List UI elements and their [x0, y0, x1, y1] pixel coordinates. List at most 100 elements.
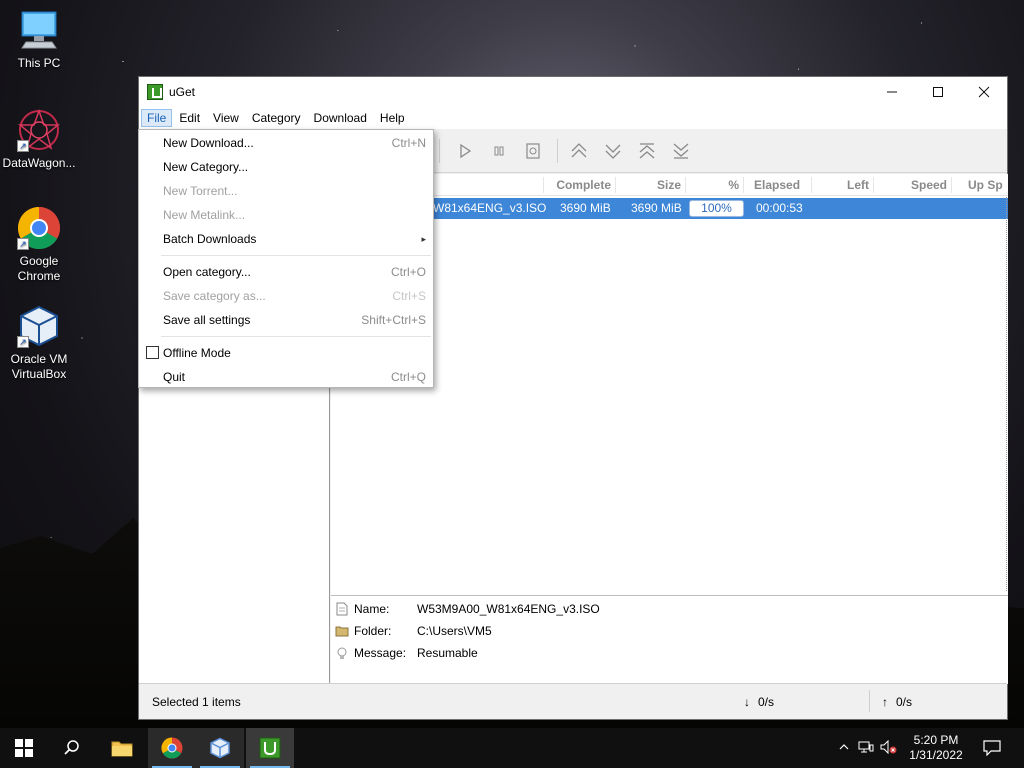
clock-date: 1/31/2022: [909, 748, 963, 762]
file-explorer-button[interactable]: [98, 728, 146, 768]
move-top-icon[interactable]: [569, 141, 589, 161]
move-down-icon[interactable]: [603, 141, 623, 161]
menu-item-quit[interactable]: Quit Ctrl+Q: [139, 366, 433, 388]
column-up-speed[interactable]: Up Sp: [951, 177, 1008, 193]
notification-icon: [983, 740, 1001, 756]
datawagon-icon: ↗: [17, 108, 61, 152]
detail-message-row: Message: Resumable: [335, 643, 478, 663]
file-explorer-icon: [111, 741, 133, 757]
menu-item-open-category[interactable]: Open category... Ctrl+O: [139, 261, 433, 283]
file-icon: [335, 602, 349, 616]
chrome-taskbar-button[interactable]: [148, 728, 196, 768]
desktop-icon-datawagon[interactable]: ↗ DataWagon...: [0, 108, 78, 171]
menu-item-new-metalink: New Metalink...: [163, 208, 246, 222]
detail-name-label: Name:: [354, 602, 390, 616]
column-size[interactable]: Size: [615, 177, 685, 193]
desktop-icon-label: Oracle VM VirtualBox: [10, 352, 68, 381]
column-complete[interactable]: Complete: [543, 177, 615, 193]
volume-muted-icon[interactable]: [880, 739, 898, 757]
system-tray: [838, 728, 898, 768]
clock[interactable]: 5:20 PM 1/31/2022: [906, 733, 966, 763]
upload-speed-arrow-icon: ↑: [882, 695, 888, 709]
maximize-button[interactable]: [915, 77, 961, 107]
uget-icon: [259, 737, 281, 759]
download-speed-arrow-icon: ↓: [744, 695, 750, 709]
detail-name-row: Name: W53M9A00_W81x64ENG_v3.ISO: [335, 599, 600, 619]
submenu-arrow-icon: ▸: [421, 234, 426, 244]
row-elapsed: 00:00:53: [756, 201, 803, 215]
column-elapsed[interactable]: Elapsed: [743, 177, 811, 193]
status-selected: Selected 1 items: [152, 695, 241, 709]
properties-icon[interactable]: [523, 141, 543, 161]
clock-time: 5:20 PM: [913, 733, 959, 747]
minimize-button[interactable]: [869, 77, 915, 107]
menu-view[interactable]: View: [207, 109, 245, 127]
file-menu-dropdown: New Download... Ctrl+N New Category... N…: [138, 129, 434, 388]
start-icon[interactable]: [455, 141, 475, 161]
chevron-up-icon[interactable]: [838, 741, 850, 756]
window-title: uGet: [169, 85, 196, 99]
toolbar-separator: [557, 139, 558, 163]
shortcut-arrow-icon: ↗: [17, 140, 29, 152]
virtualbox-icon: [210, 737, 230, 759]
offline-mode-checkbox[interactable]: [146, 346, 159, 359]
uget-taskbar-button[interactable]: [246, 728, 294, 768]
close-icon: [978, 86, 990, 98]
column-speed[interactable]: Speed: [873, 177, 951, 193]
desktop-icon-label: DataWagon...: [2, 156, 76, 170]
desktop-icon-google-chrome[interactable]: ↗ Google Chrome: [0, 206, 78, 284]
windows-icon: [15, 739, 33, 757]
detail-name-value: W53M9A00_W81x64ENG_v3.ISO: [417, 602, 600, 616]
desktop-icon-virtualbox[interactable]: ↗ Oracle VM VirtualBox: [0, 304, 78, 382]
status-download-speed: 0/s: [758, 695, 775, 709]
menu-file[interactable]: File: [141, 109, 173, 127]
menu-bar: File Edit View Category Download Help: [139, 107, 1007, 129]
menu-separator: [161, 336, 431, 337]
status-separator: [869, 690, 870, 712]
start-button[interactable]: [0, 728, 48, 768]
lightbulb-icon: [335, 646, 349, 660]
network-icon[interactable]: [858, 740, 874, 757]
menu-category[interactable]: Category: [246, 109, 307, 127]
menu-item-new-category[interactable]: New Category...: [139, 156, 433, 178]
desktop-icon-this-pc[interactable]: This PC: [0, 8, 78, 71]
column-left[interactable]: Left: [811, 177, 873, 193]
menu-item-save-all-settings[interactable]: Save all settings Shift+Ctrl+S: [139, 309, 433, 331]
pause-icon[interactable]: [489, 141, 509, 161]
menu-item-offline-mode[interactable]: Offline Mode: [139, 342, 433, 364]
detail-message-value: Resumable: [417, 646, 478, 660]
detail-folder-label: Folder:: [354, 624, 392, 638]
move-bottom-icon[interactable]: [671, 141, 691, 161]
menu-item-batch-downloads[interactable]: Batch Downloads ▸: [139, 228, 433, 250]
search-button[interactable]: [48, 728, 96, 768]
detail-folder-row: Folder: C:\Users\VM5: [335, 621, 492, 641]
list-border: [1006, 197, 1007, 591]
row-complete: 3690 MiB: [560, 201, 611, 215]
chrome-icon: ↗: [17, 206, 61, 250]
search-icon: [64, 740, 79, 755]
row-name: W81x64ENG_v3.ISO: [433, 201, 547, 215]
shortcut-arrow-icon: ↗: [17, 238, 29, 250]
details-pane: Name: W53M9A00_W81x64ENG_v3.ISO Folder: …: [331, 595, 1008, 684]
detail-message-label: Message:: [354, 646, 407, 660]
menu-help[interactable]: Help: [374, 109, 411, 127]
menu-download[interactable]: Download: [308, 109, 373, 127]
title-bar[interactable]: uGet: [139, 77, 1007, 107]
virtualbox-taskbar-button[interactable]: [196, 728, 244, 768]
shortcut-label: Ctrl+Q: [390, 370, 426, 384]
notifications-button[interactable]: [970, 728, 1014, 768]
shortcut-label: Ctrl+S: [392, 289, 426, 303]
column-percent[interactable]: %: [685, 177, 743, 193]
status-upload-speed: 0/s: [896, 695, 913, 709]
close-button[interactable]: [961, 77, 1007, 107]
desktop-icon-label: Google Chrome: [17, 254, 61, 283]
menu-item-new-download[interactable]: New Download... Ctrl+N: [139, 132, 433, 154]
shortcut-label: Ctrl+O: [390, 265, 426, 279]
shortcut-arrow-icon: ↗: [17, 336, 29, 348]
menu-item-new-torrent: New Torrent...: [163, 184, 238, 198]
toolbar-separator: [439, 139, 440, 163]
row-size: 3690 MiB: [631, 201, 682, 215]
move-up-icon[interactable]: [637, 141, 657, 161]
menu-edit[interactable]: Edit: [173, 109, 206, 127]
menu-separator: [161, 255, 431, 256]
